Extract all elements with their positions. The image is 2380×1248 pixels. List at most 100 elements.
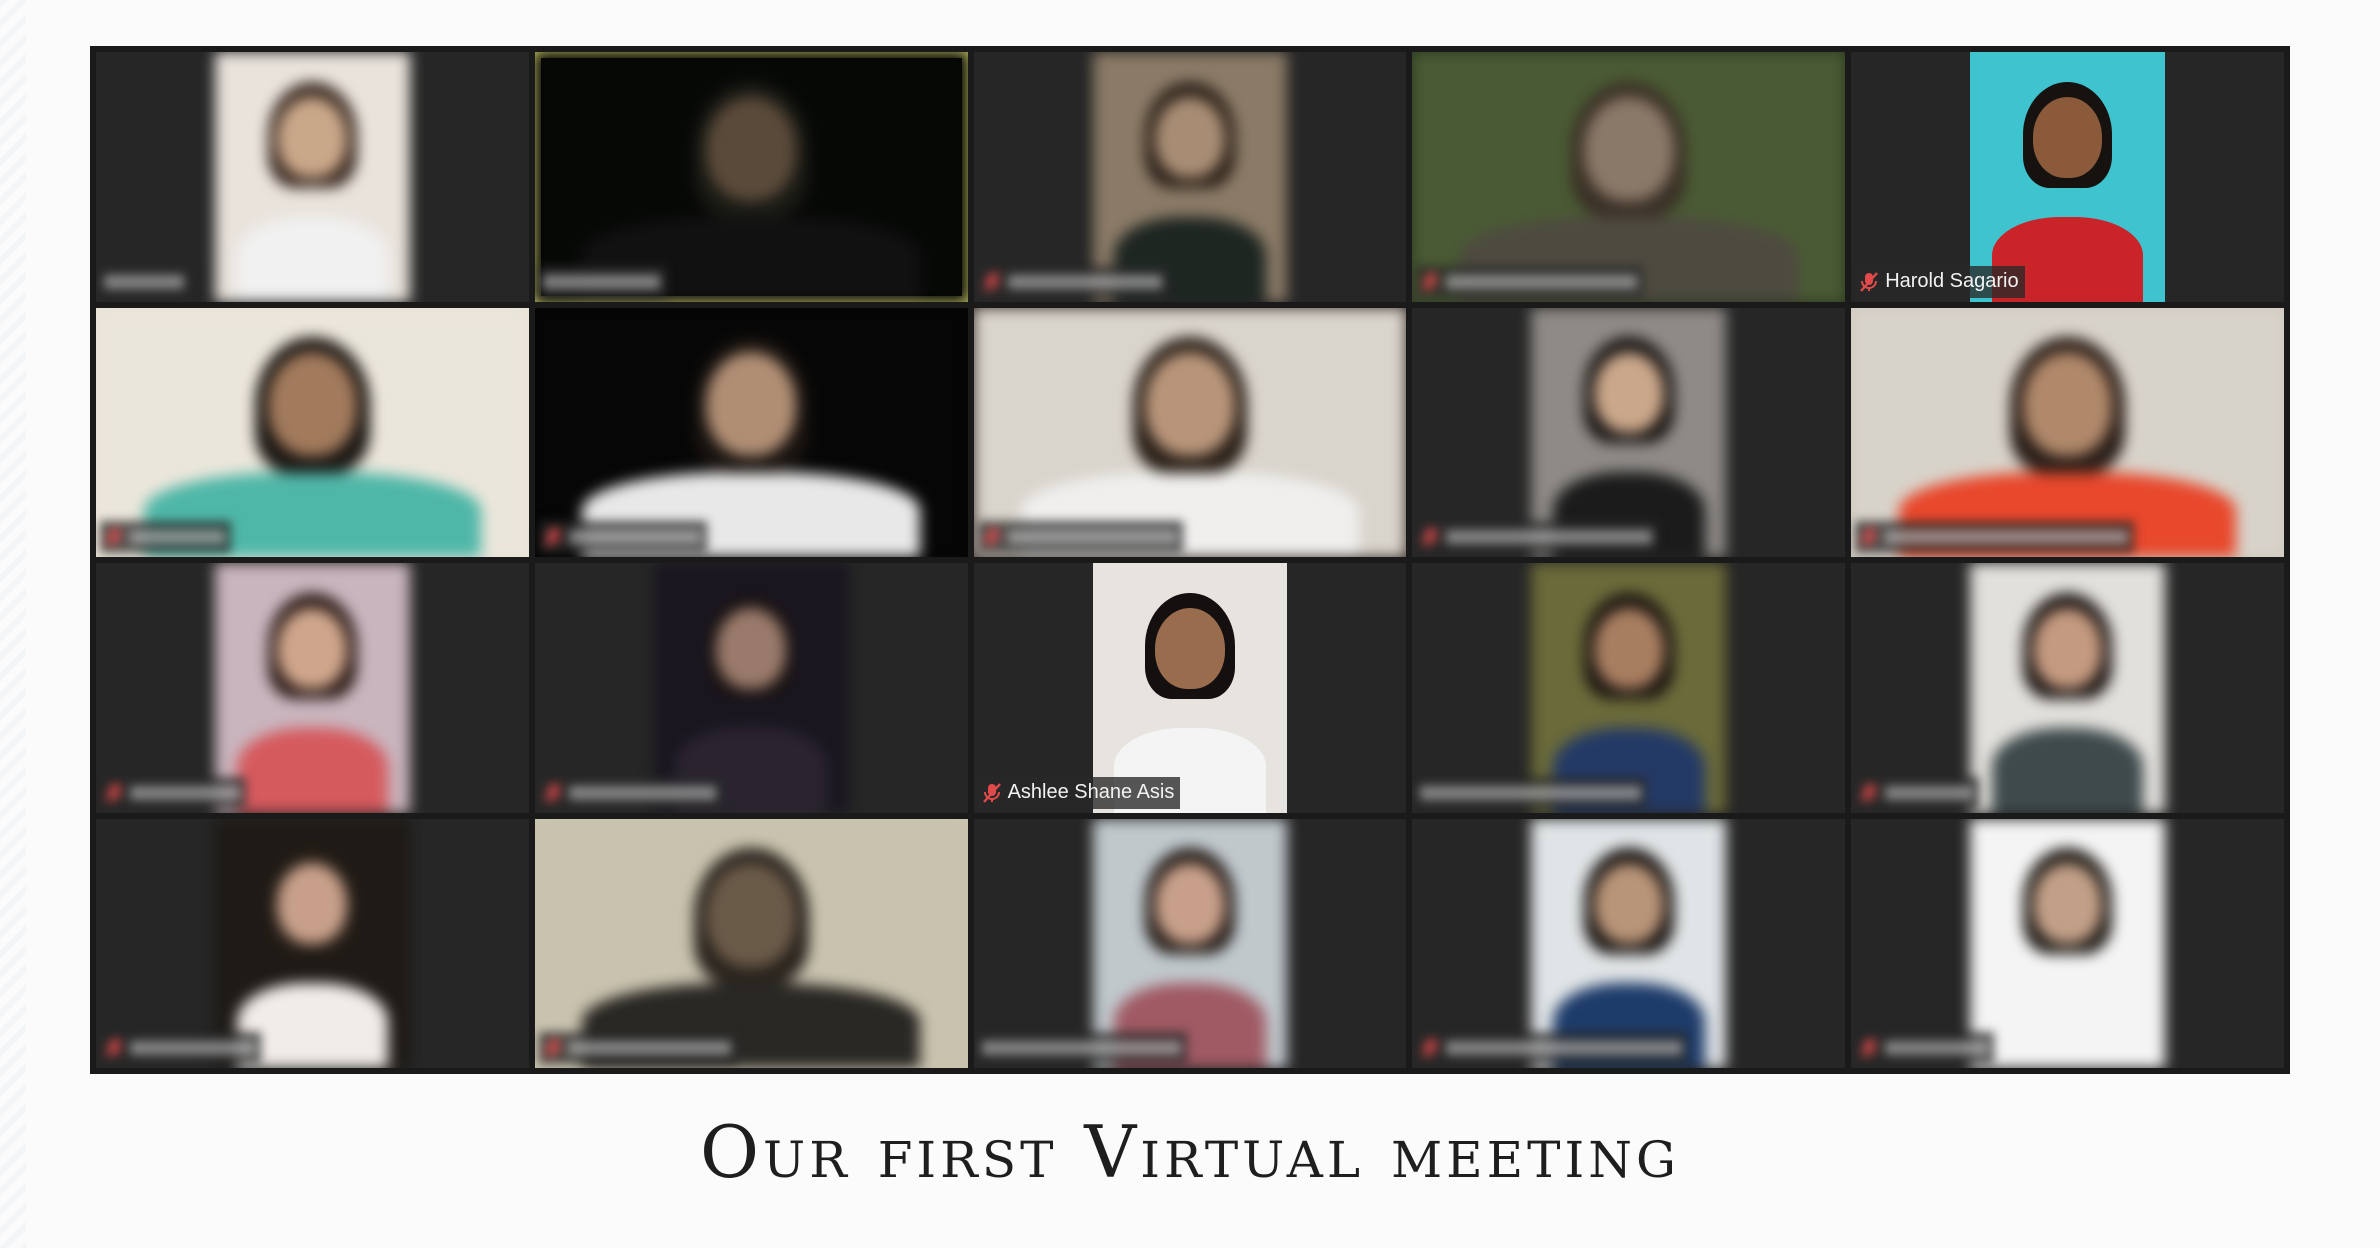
participant-name-bar: Ashlee Shane Asis [977,776,1181,809]
participant-face [267,352,358,457]
participant-figure [1991,727,2144,813]
muted-microphone-icon [982,271,1002,293]
participant-video [534,307,968,557]
participant-face [1584,96,1674,201]
participant-name [1007,530,1177,544]
participant-name-bar [1855,1032,1995,1064]
participant-name [1885,530,2129,544]
participant-name [981,1041,1181,1055]
muted-microphone-icon [1859,271,1879,293]
participant-name [104,274,184,289]
participant-name-bar [1855,776,1980,809]
participant-tile[interactable]: Ashlee Shane Asis [973,563,1407,813]
participant-tile[interactable] [973,818,1407,1068]
participant-video [534,52,968,302]
participant-tile[interactable] [1412,563,1846,813]
participant-video [1092,52,1288,302]
participant-video [1412,52,1846,302]
participant-face [706,352,796,457]
participant-face [1155,863,1225,945]
participant-video [215,52,410,302]
participant-tile[interactable] [96,307,529,557]
participant-tile[interactable] [1412,307,1846,557]
muted-microphone-icon [104,782,124,804]
page-edge-decoration [0,0,26,1248]
participant-face [2032,607,2103,689]
participant-tile[interactable] [1851,818,2284,1068]
video-gallery-grid: Harold Sagario Ashlee Shane Asis [90,46,2290,1074]
participant-name [1446,274,1638,289]
participant-face [277,607,348,689]
participant-name [1885,1041,1989,1055]
participant-tile[interactable] [973,307,1407,557]
participant-name [1446,1041,1683,1055]
participant-tile[interactable] [1851,563,2284,813]
muted-microphone-icon [1859,1037,1879,1059]
muted-microphone-icon [543,782,563,804]
participant-video [96,307,529,557]
participant-face [1155,96,1225,178]
participant-name [568,530,701,544]
participant-name [130,785,240,800]
participant-face [716,607,787,689]
participant-tile[interactable] [1412,818,1846,1068]
participant-name-bar [1855,521,2135,553]
participant-video [653,563,849,813]
participant-name [542,274,660,289]
photo-caption: Our first Virtual meeting [700,1110,1680,1194]
participant-face [1155,607,1225,689]
participant-video [1851,307,2284,557]
participant-tile[interactable] [1412,52,1846,302]
participant-name-bar [538,1032,737,1064]
muted-microphone-icon [1420,271,1440,293]
participant-video [1531,307,1727,557]
participant-face [706,863,796,968]
muted-microphone-icon [1859,526,1879,548]
participant-video [1970,818,2165,1068]
participant-tile[interactable] [534,307,968,557]
participant-name-bar [1416,1032,1689,1064]
participant-name-bar: Harold Sagario [1855,265,2025,298]
muted-microphone-icon [543,1037,563,1059]
participant-name: Harold Sagario [1885,270,2019,292]
participant-face [2032,863,2103,945]
participant-name-bar [538,265,666,298]
muted-microphone-icon [104,1037,124,1059]
participant-name [130,1041,255,1055]
participant-name [1420,785,1642,800]
participant-tile[interactable] [96,563,529,813]
participant-video [1970,563,2165,813]
participant-video [534,818,968,1068]
participant-tile[interactable] [973,52,1407,302]
participant-video [1970,52,2165,302]
participant-video [1531,818,1727,1068]
participant-name-bar [100,776,246,809]
participant-tile[interactable] [534,563,968,813]
muted-microphone-icon [543,526,563,548]
participant-video [973,307,1407,557]
participant-tile[interactable]: Harold Sagario [1851,52,2284,302]
participant-name [568,785,716,800]
participant-face [706,96,796,201]
participant-name [1446,530,1653,544]
participant-face [2022,352,2113,457]
participant-name-bar [100,521,231,553]
participant-face [277,96,348,178]
participant-tile[interactable] [1851,307,2284,557]
muted-microphone-icon [982,526,1002,548]
participant-tile[interactable] [534,818,968,1068]
participant-face [1145,352,1235,457]
participant-name-bar [977,1032,1187,1064]
participant-name-bar [1416,776,1648,809]
muted-microphone-icon [1420,526,1440,548]
participant-name [130,530,225,544]
participant-name-bar [100,265,190,298]
muted-microphone-icon [1859,782,1879,804]
participant-name-bar [538,521,707,553]
muted-microphone-icon [982,782,1002,804]
participant-tile[interactable] [534,52,968,302]
participant-tile[interactable] [96,818,529,1068]
participant-face [2032,96,2103,178]
participant-name-bar [977,521,1183,553]
participant-tile[interactable] [96,52,529,302]
